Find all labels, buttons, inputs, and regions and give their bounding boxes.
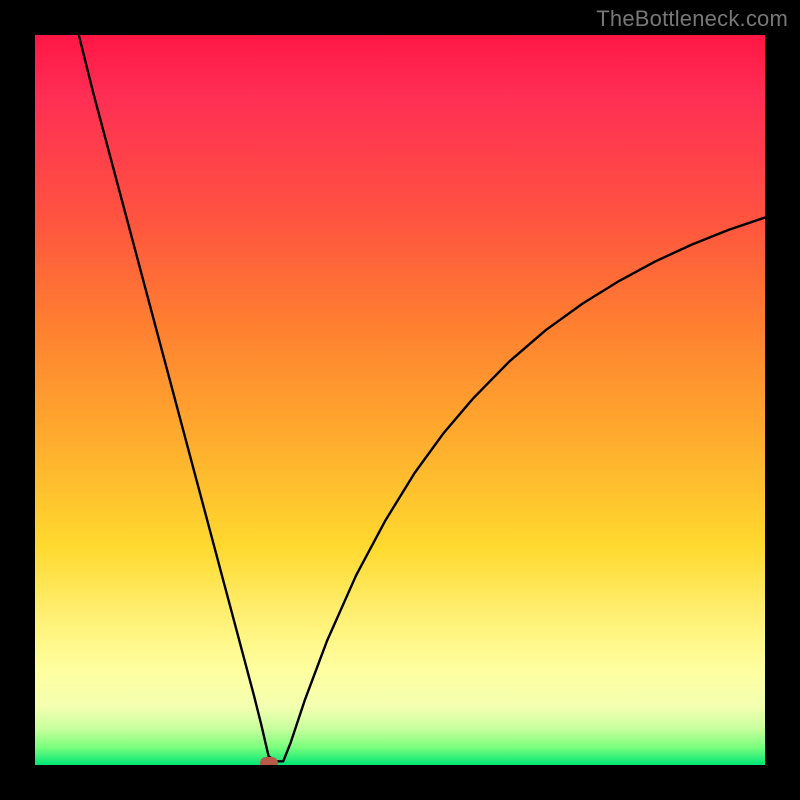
bottleneck-curve (79, 35, 765, 761)
minimum-marker (260, 757, 278, 765)
plot-area (35, 35, 765, 765)
curve-layer (35, 35, 765, 765)
watermark-text: TheBottleneck.com (596, 6, 788, 32)
chart-frame: TheBottleneck.com (0, 0, 800, 800)
